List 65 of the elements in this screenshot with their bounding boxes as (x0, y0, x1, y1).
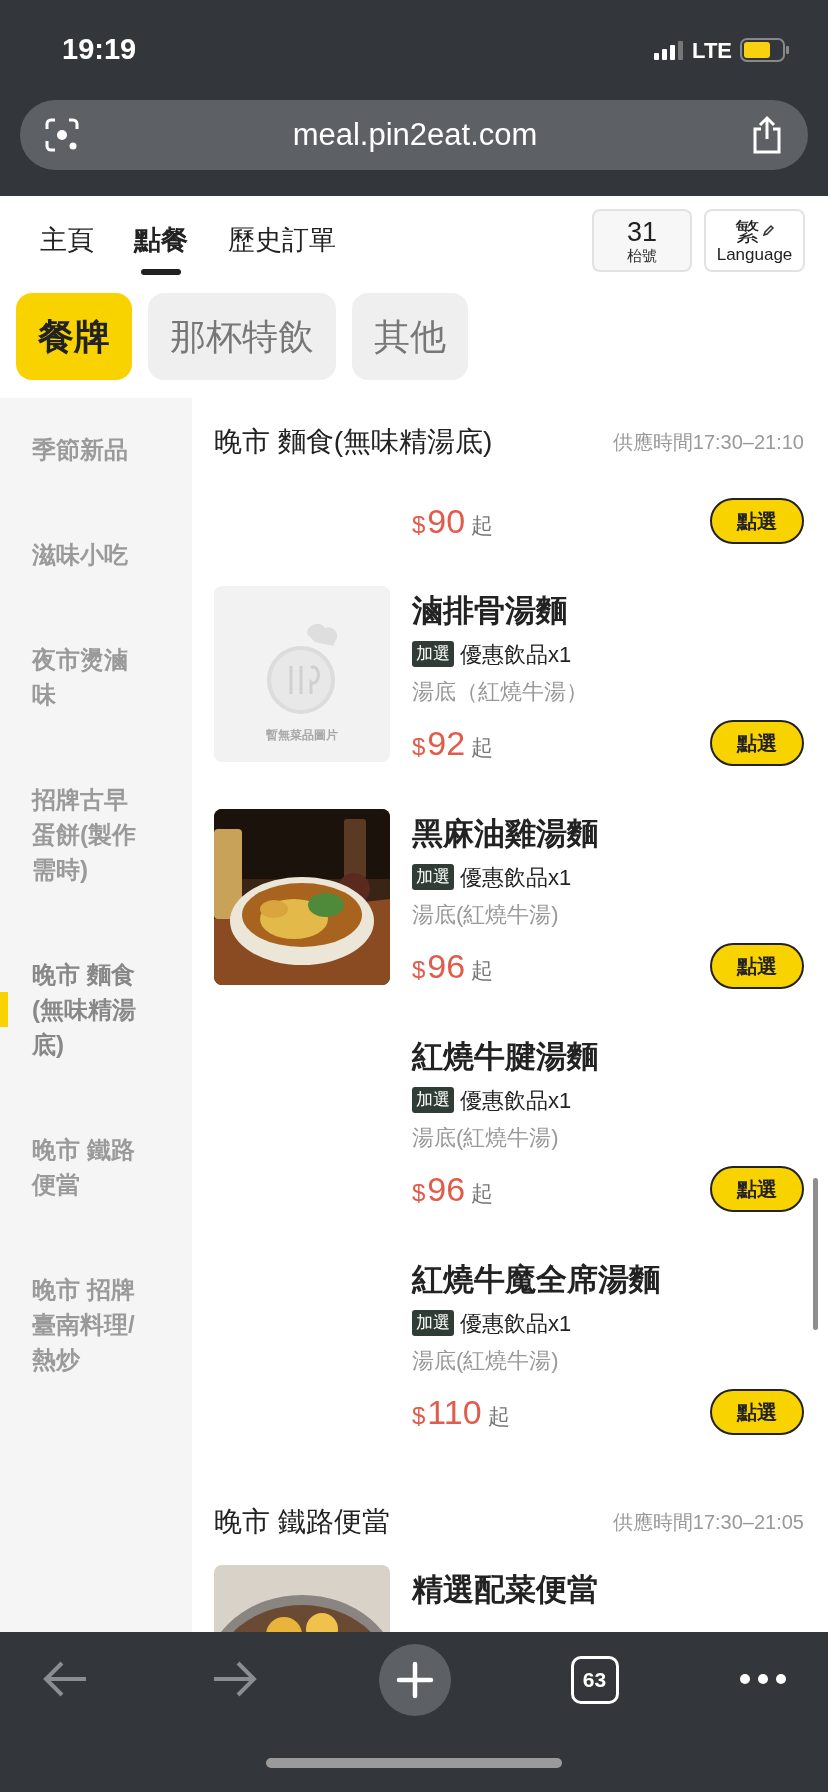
addon-text: 優惠飲品x1 (460, 863, 572, 892)
battery-icon (740, 38, 790, 62)
status-time: 19:19 (62, 32, 137, 68)
url-text: meal.pin2eat.com (292, 115, 538, 154)
price: 110 (427, 1391, 482, 1433)
price: 90 (427, 500, 466, 542)
nav-tab[interactable]: 歷史訂單 (228, 196, 336, 285)
selected-indicator (0, 992, 8, 1027)
category-tab[interactable]: 其他 (352, 293, 468, 380)
currency-symbol: $ (412, 731, 426, 762)
broth-text: 湯底(紅燒牛湯) (412, 1347, 560, 1375)
select-button[interactable]: 點選 (710, 498, 804, 544)
price: 92 (427, 722, 466, 764)
serving-hours: 供應時間17:30–21:10 (612, 429, 804, 455)
addon-tag: 加選 (412, 864, 454, 890)
currency-symbol: $ (412, 509, 426, 540)
language-button[interactable]: 繁 Language (704, 209, 805, 272)
item-name: 精選配菜便當 (412, 1571, 599, 1609)
currency-symbol: $ (412, 954, 426, 985)
select-button[interactable]: 點選 (710, 943, 804, 989)
addon-text: 優惠飲品x1 (460, 640, 572, 669)
table-number-box[interactable]: 31 枱號 (592, 209, 692, 272)
price-suffix: 起 (471, 1179, 494, 1208)
currency-symbol: $ (412, 1400, 426, 1431)
addon-tag: 加選 (412, 641, 454, 667)
select-button[interactable]: 點選 (710, 720, 804, 766)
network-type: LTE (692, 36, 732, 65)
lens-icon[interactable] (44, 117, 80, 153)
signal-icon (654, 40, 685, 60)
placeholder-caption: 暫無菜品圖片 (266, 727, 338, 744)
price-suffix: 起 (471, 733, 494, 762)
pencil-icon (761, 224, 775, 237)
new-tab-icon[interactable] (379, 1644, 451, 1716)
section-title: 晚市 麵食(無味精湯底) (214, 424, 493, 459)
addon-tag: 加選 (412, 1310, 454, 1336)
price-suffix: 起 (471, 511, 494, 540)
nav-tab[interactable]: 主頁 (40, 196, 94, 285)
select-button[interactable]: 點選 (710, 1166, 804, 1212)
serving-hours: 供應時間17:30–21:05 (612, 1509, 804, 1535)
addon-tag: 加選 (412, 1087, 454, 1113)
item-name: 紅燒牛魔全席湯麵 (412, 1261, 661, 1299)
item-name: 黑麻油雞湯麵 (412, 815, 599, 853)
category-tab[interactable]: 餐牌 (16, 293, 132, 380)
broth-text: 湯底（紅燒牛湯） (412, 678, 589, 706)
table-label: 枱號 (627, 246, 657, 265)
price-suffix: 起 (487, 1402, 510, 1431)
language-label: Language (716, 244, 793, 265)
address-bar[interactable]: meal.pin2eat.com (20, 100, 808, 170)
price: 96 (427, 1168, 466, 1210)
broth-text: 湯底(紅燒牛湯) (412, 1124, 560, 1152)
nav-tab[interactable]: 點餐 (134, 196, 188, 285)
broth-text: 湯底(紅燒牛湯) (412, 901, 560, 929)
addon-text: 優惠飲品x1 (460, 1309, 572, 1338)
addon-text: 優惠飲品x1 (460, 1086, 572, 1115)
category-tab[interactable]: 那杯特飲 (148, 293, 336, 380)
item-name: 滷排骨湯麵 (412, 592, 568, 630)
language-value: 繁 (734, 216, 760, 245)
currency-symbol: $ (412, 1177, 426, 1208)
price-suffix: 起 (471, 956, 494, 985)
select-button[interactable]: 點選 (710, 1389, 804, 1435)
tab-count-button[interactable]: 63 (570, 1656, 619, 1704)
item-name: 紅燒牛腱湯麵 (412, 1038, 599, 1076)
price: 96 (427, 945, 466, 987)
section-title: 晚市 鐵路便當 (214, 1504, 390, 1539)
table-number: 31 (626, 216, 657, 247)
